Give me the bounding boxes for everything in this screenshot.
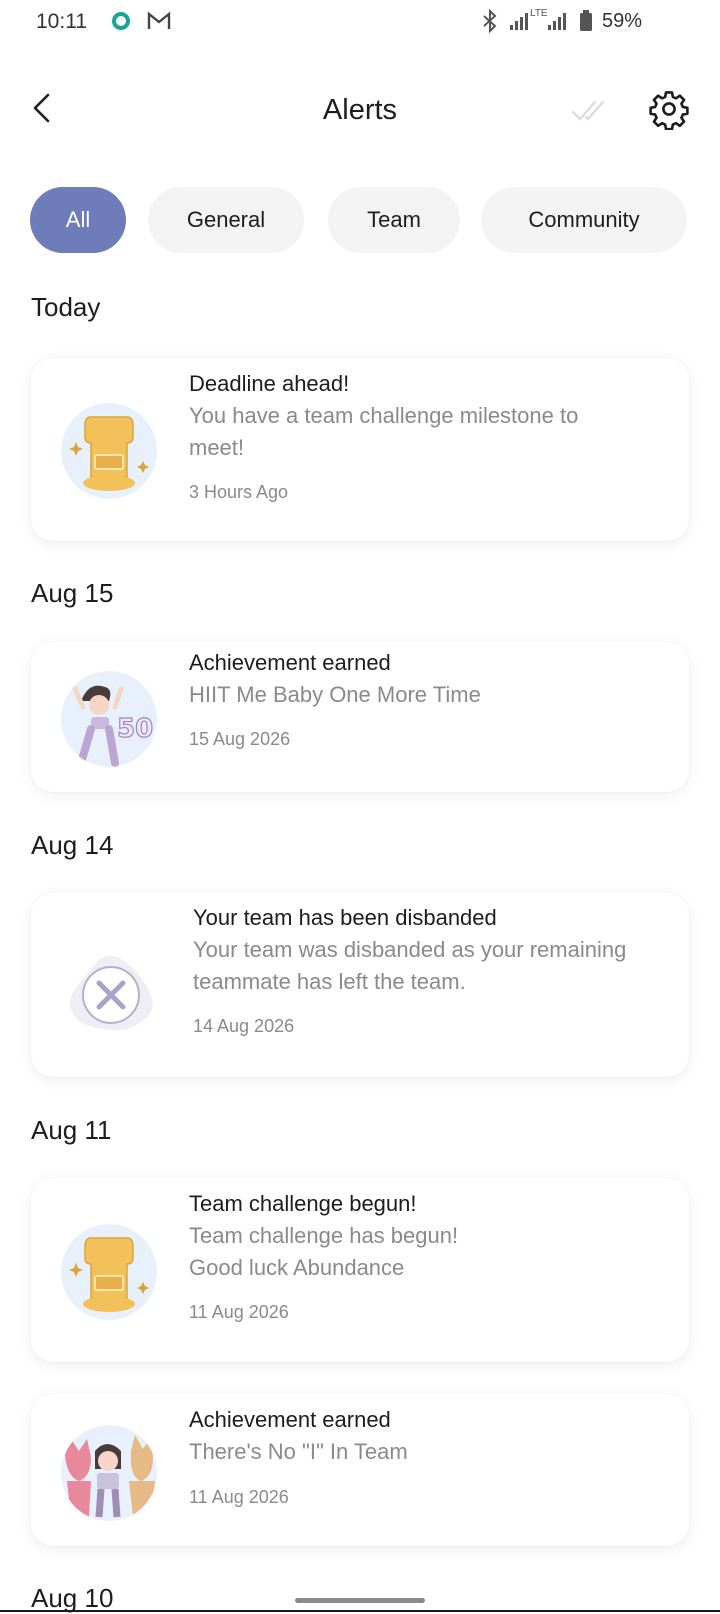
filter-team[interactable]: Team	[328, 187, 460, 253]
status-time: 10:11	[36, 10, 87, 33]
trophy-icon	[61, 1224, 157, 1320]
hiit-badge-icon: 50	[61, 671, 157, 767]
alert-body: You have a team challenge milestone to m…	[189, 403, 579, 460]
alert-date: 11 Aug 2026	[189, 1487, 289, 1507]
disbanded-icon	[61, 937, 159, 1033]
alert-card[interactable]: Achievement earned There's No "I" In Tea…	[31, 1394, 689, 1546]
alert-card[interactable]: Your team has been disbanded Your team w…	[31, 893, 689, 1077]
alert-title: Achievement earned	[189, 650, 391, 675]
alert-body: Team challenge has begun! Good luck Abun…	[189, 1223, 459, 1280]
settings-button[interactable]	[648, 88, 690, 131]
network-type: LTE	[530, 8, 548, 19]
alert-title: Your team has been disbanded	[193, 905, 497, 930]
header: Alerts	[0, 70, 720, 150]
filter-all[interactable]: All	[30, 187, 126, 253]
section-header: Aug 15	[31, 578, 114, 608]
filter-community[interactable]: Community	[481, 187, 687, 253]
section-header: Today	[31, 292, 101, 322]
home-indicator[interactable]	[295, 1598, 425, 1603]
alert-title: Achievement earned	[189, 1407, 391, 1432]
double-check-icon	[571, 100, 605, 121]
alert-date: 3 Hours Ago	[189, 482, 289, 502]
status-bar: 10:11 LTE 59%	[0, 0, 720, 44]
alert-card[interactable]: 50 Achievement earned HIIT Me Baby One M…	[31, 642, 689, 792]
gear-icon	[649, 91, 689, 131]
sync-icon	[112, 12, 130, 30]
battery-icon	[580, 10, 592, 31]
gmail-icon	[147, 11, 171, 29]
alert-card[interactable]: Team challenge begun! Team challenge has…	[31, 1178, 689, 1362]
battery-percent: 59%	[601, 10, 642, 32]
filter-bar: All General Team Community	[30, 187, 690, 253]
mark-all-read-button[interactable]	[570, 92, 616, 128]
alert-body: Your team was disbanded as your remainin…	[193, 937, 627, 994]
alert-date: 15 Aug 2026	[189, 729, 291, 749]
section-header: Aug 14	[31, 830, 114, 860]
alert-body: HIIT Me Baby One More Time	[189, 682, 481, 707]
alert-date: 11 Aug 2026	[189, 1302, 289, 1322]
section-header: Aug 11	[31, 1115, 112, 1145]
bluetooth-icon	[483, 8, 497, 34]
alert-body: There's No "I" In Team	[189, 1439, 408, 1464]
alert-card[interactable]: Deadline ahead! You have a team challeng…	[31, 358, 689, 541]
badge-number: 50	[117, 714, 153, 744]
team-badge-icon	[61, 1425, 157, 1521]
alert-title: Deadline ahead!	[189, 371, 350, 396]
alert-title: Team challenge begun!	[189, 1191, 417, 1216]
filter-general[interactable]: General	[148, 187, 304, 253]
trophy-icon	[61, 403, 157, 499]
alert-date: 14 Aug 2026	[193, 1016, 295, 1036]
